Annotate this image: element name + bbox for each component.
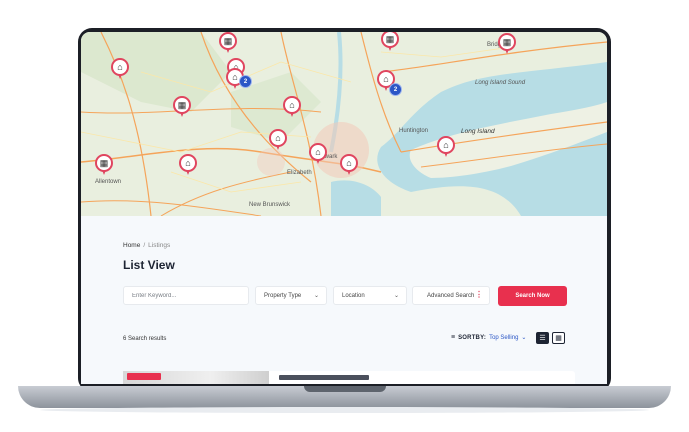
laptop-notch [304, 386, 386, 392]
map-label-long-island: Long Island [461, 128, 495, 135]
location-label: Location [342, 292, 365, 299]
breadcrumb-home[interactable]: Home [123, 242, 140, 249]
location-select[interactable]: Location ⌄ [333, 286, 407, 305]
map-pin-building[interactable]: ▦ [173, 96, 191, 118]
list-icon: ☰ [539, 335, 546, 342]
map-pin-home[interactable]: ⌂ [309, 143, 327, 165]
home-icon: ⌂ [283, 96, 301, 114]
building-icon: ▦ [219, 32, 237, 50]
map-cluster-badge[interactable]: 2 [239, 75, 252, 88]
map-pin-home[interactable]: ⌂ [111, 58, 129, 80]
search-results-count: 6 Search results [123, 336, 167, 342]
chevron-down-icon: ⌄ [521, 335, 527, 341]
map-label-huntington: Huntington [399, 128, 429, 134]
home-icon: ⌂ [111, 58, 129, 76]
building-icon: ▦ [498, 33, 516, 51]
search-bar: Property Type ⌄ Location ⌄ Advanced Sear… [123, 286, 569, 306]
search-now-button[interactable]: Search Now [498, 286, 567, 306]
page-title: List View [123, 258, 175, 272]
chevron-down-icon: ⌄ [393, 293, 399, 299]
listings-content: Home/Listings List View Property Type ⌄ … [81, 216, 607, 384]
grid-icon: ▦ [555, 335, 562, 342]
sort-control[interactable]: ≡ SORTBY: Top Selling ⌄ [451, 334, 526, 341]
keyword-input[interactable] [132, 292, 240, 299]
listing-card[interactable] [123, 371, 575, 384]
laptop-shadow [40, 407, 649, 413]
listing-title[interactable] [279, 375, 369, 380]
building-icon: ▦ [381, 32, 399, 48]
sort-icon: ≡ [451, 334, 456, 341]
breadcrumb-current: Listings [148, 242, 171, 249]
breadcrumb: Home / Listings [123, 242, 170, 249]
screen: Long Island Sound Long Island Huntington… [81, 32, 607, 384]
map-pin-building[interactable]: ▦ [381, 32, 399, 52]
map-canvas [81, 32, 607, 216]
map-label-allentown: Allentown [95, 179, 122, 185]
keyword-field[interactable] [123, 286, 249, 305]
advanced-search-label: Advanced Search [427, 292, 475, 299]
listing-badge [127, 373, 161, 380]
building-icon: ▦ [173, 96, 191, 114]
map-label-sound: Long Island Sound [475, 80, 526, 86]
advanced-search-toggle[interactable]: Advanced Search ⋮ [412, 286, 490, 305]
property-type-label: Property Type [264, 292, 302, 299]
more-options-icon: ⋮ [475, 290, 483, 299]
sort-value[interactable]: Top Selling [489, 335, 518, 341]
home-icon: ⌂ [179, 154, 197, 172]
map-label-elizabeth: Elizabeth [287, 170, 312, 176]
chevron-down-icon: ⌄ [313, 293, 319, 299]
map-pin-home[interactable]: ⌂ [269, 129, 287, 151]
map-pin-home[interactable]: ⌂ [179, 154, 197, 176]
grid-view-button[interactable]: ▦ [552, 332, 565, 344]
home-icon: ⌂ [269, 129, 287, 147]
sort-label: SORTBY: [458, 334, 487, 341]
map-label-new-brunswick: New Brunswick [249, 202, 291, 208]
home-icon: ⌂ [340, 154, 358, 172]
map[interactable]: Long Island Sound Long Island Huntington… [81, 32, 607, 216]
breadcrumb-separator: / [143, 242, 146, 249]
map-pin-home[interactable]: ⌂ [340, 154, 358, 176]
map-pin-home[interactable]: ⌂ [283, 96, 301, 118]
map-pin-home[interactable]: ⌂ [437, 136, 455, 158]
list-view-button[interactable]: ☰ [536, 332, 549, 344]
building-icon: ▦ [95, 154, 113, 172]
property-type-select[interactable]: Property Type ⌄ [255, 286, 327, 305]
home-icon: ⌂ [309, 143, 327, 161]
map-pin-building[interactable]: ▦ [95, 154, 113, 176]
home-icon: ⌂ [437, 136, 455, 154]
map-cluster-badge[interactable]: 2 [389, 83, 402, 96]
map-pin-building[interactable]: ▦ [219, 32, 237, 54]
map-pin-building[interactable]: ▦ [498, 33, 516, 55]
